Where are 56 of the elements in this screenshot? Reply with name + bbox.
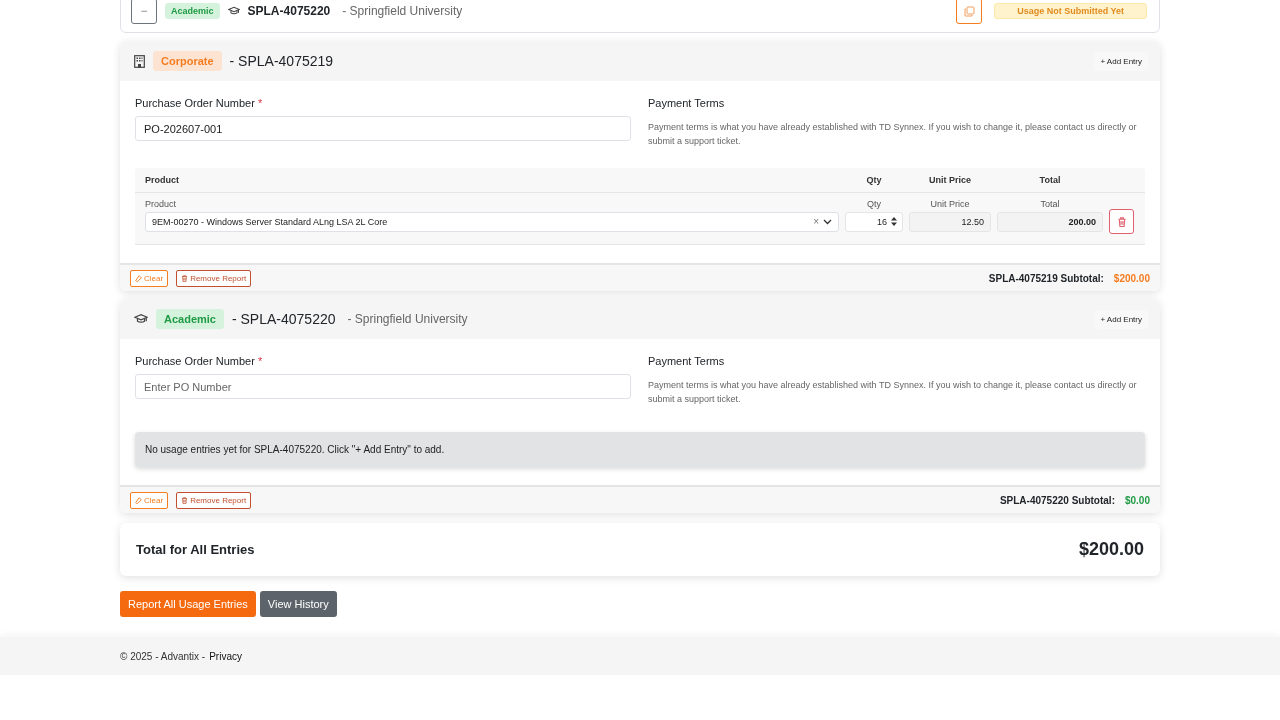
report-title: - SPLA-4075219 (229, 53, 334, 69)
eraser-icon (135, 496, 142, 504)
graduation-cap-icon (134, 312, 148, 326)
category-badge: Academic (156, 309, 224, 329)
field-label: Product (145, 198, 178, 209)
po-number-field[interactable]: Enter PO Number (135, 374, 631, 399)
copyright-text: © 2025 - Advantix - (120, 650, 206, 662)
field-label: Total (1039, 198, 1061, 209)
column-header: Qty (865, 175, 883, 185)
unit-price-field: 12.50 (909, 211, 991, 232)
graduation-cap-icon (227, 5, 240, 17)
subtotal-label: SPLA-4075220 Subtotal: (999, 494, 1115, 506)
organization-name: - Springfield University (347, 312, 468, 326)
history-button[interactable]: View History (259, 591, 337, 617)
clear-icon[interactable]: × (813, 216, 819, 227)
copy-button[interactable] (956, 0, 983, 24)
copy-icon (963, 5, 975, 17)
trash-icon (181, 496, 189, 504)
trash-icon (1116, 216, 1127, 227)
quantity-field[interactable]: 16 (845, 211, 903, 232)
po-number-field[interactable]: PO-202607-001 (135, 116, 631, 141)
category-badge: Corporate (153, 51, 222, 71)
category-badge: Academic (165, 3, 220, 19)
report-code: SPLA-4075220 (247, 4, 331, 18)
payment-terms-text: Payment terms is what you have already established with TD Synnex. If you wish to change it, please contact us directly or submit a support ticket. (648, 121, 1138, 148)
payment-terms-label: Payment Terms (648, 97, 726, 109)
stepper-icon (891, 217, 897, 226)
field-label: Unit Price (929, 198, 971, 209)
subtotal-label: SPLA-4075219 Subtotal: (988, 272, 1104, 284)
column-header: Unit Price (928, 175, 972, 185)
total-field: 200.00 (997, 211, 1103, 232)
report-title: - SPLA-4075220 (232, 311, 336, 327)
subtotal-value: $0.00 (1124, 494, 1150, 506)
organization-name: - Springfield University (342, 4, 463, 18)
building-icon (134, 54, 145, 68)
delete-button[interactable] (1109, 209, 1134, 234)
column-header: Total (1038, 175, 1062, 185)
status-badge: Usage Not Submitted Yet (994, 3, 1147, 19)
field-label: Qty (866, 198, 882, 209)
column-header: Product (145, 175, 180, 185)
subtotal-value: $200.00 (1113, 272, 1150, 284)
field-label: Purchase Order Number * (135, 97, 264, 109)
remove-report-button[interactable]: Remove Report (176, 491, 252, 509)
remove-report-button[interactable]: Remove Report (176, 269, 252, 287)
payment-terms-label: Payment Terms (648, 355, 726, 367)
eraser-icon (135, 274, 142, 282)
chevron-down-icon (823, 218, 832, 225)
empty-message: No usage entries yet for SPLA-4075220. Click "+ Add Entry" to add. (135, 432, 1145, 467)
total-value: $200.00 (1078, 539, 1144, 560)
privacy-link[interactable]: Privacy (209, 650, 242, 662)
product-select[interactable]: 9EM-00270 - Windows Server Standard ALng LSA 2L Core × (145, 211, 839, 232)
total-label: Total for All Entries (136, 542, 255, 557)
field-label: Purchase Order Number * (135, 355, 264, 367)
payment-terms-text: Payment terms is what you have already established with TD Synnex. If you wish to change it, please contact us directly or submit a support ticket. (648, 379, 1138, 406)
trash-icon (181, 274, 189, 282)
collapse-button[interactable]: − (131, 0, 157, 24)
